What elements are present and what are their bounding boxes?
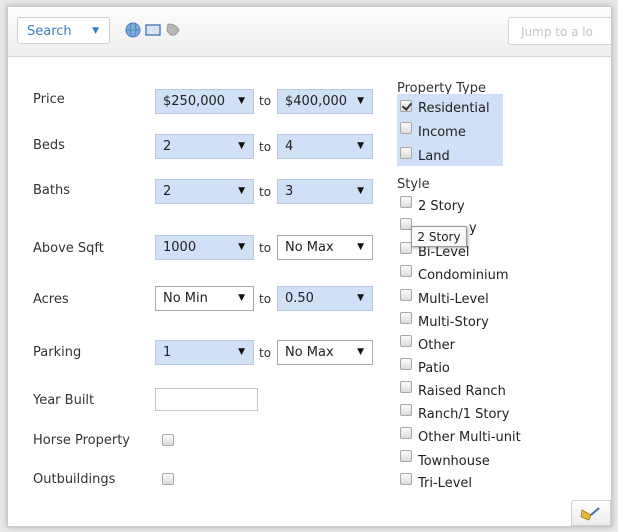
style-checkbox-tri-level[interactable] (400, 473, 412, 485)
price-max-value: $400,000 (285, 94, 348, 109)
income-checkbox[interactable] (400, 122, 412, 134)
style-checkbox-ranch-1-story[interactable] (400, 404, 412, 416)
baths-label: Baths (33, 183, 70, 198)
price-min-select[interactable]: $250,000 ▼ (155, 89, 254, 114)
style-checkbox-other[interactable] (400, 335, 412, 347)
style-label-2-story: 2 Story (418, 199, 465, 214)
style-checkbox-condominium[interactable] (400, 265, 412, 277)
chevron-down-icon: ▼ (357, 96, 364, 106)
style-checkbox-multi-level[interactable] (400, 289, 412, 301)
tooltip: 2 Story (411, 226, 467, 247)
chevron-down-icon: ▼ (357, 293, 364, 303)
parking-max-value: No Max (285, 345, 334, 360)
to-label: to (259, 140, 272, 154)
search-panel: Search ▼ Jump to a lo Price $250,000 ▼ to… (7, 6, 612, 527)
style-label-multi-story: Multi-Story (418, 315, 489, 330)
style-label-other-multi-unit: Other Multi-unit (418, 430, 521, 445)
sqft-min-value: 1000 (163, 240, 197, 255)
chevron-down-icon: ▼ (238, 186, 245, 196)
beds-min-value: 2 (163, 139, 172, 154)
to-label: to (259, 346, 272, 360)
land-label: Land (418, 149, 450, 164)
sqft-max-value: No Max (285, 240, 334, 255)
residential-checkbox[interactable] (400, 100, 412, 112)
chevron-down-icon: ▼ (238, 242, 245, 252)
style-checkbox-patio[interactable] (400, 358, 412, 370)
jump-placeholder: Jump to a lo (521, 25, 593, 39)
outbuildings-checkbox[interactable] (162, 473, 174, 485)
above-sqft-label: Above Sqft (33, 241, 104, 256)
broom-icon (580, 507, 600, 521)
style-label-patio: Patio (418, 361, 450, 376)
land-checkbox[interactable] (400, 147, 412, 159)
parking-label: Parking (33, 345, 82, 360)
search-dropdown-button[interactable]: Search ▼ (17, 17, 110, 44)
price-min-value: $250,000 (163, 94, 226, 109)
parking-min-select[interactable]: 1 ▼ (155, 340, 254, 365)
income-label: Income (418, 125, 466, 140)
outbuildings-label: Outbuildings (33, 472, 116, 487)
clear-button[interactable] (571, 500, 611, 526)
style-title: Style (397, 177, 430, 192)
style-checkbox-townhouse[interactable] (400, 450, 412, 462)
price-label: Price (33, 92, 65, 107)
to-label: to (259, 241, 272, 255)
chevron-down-icon: ▼ (238, 347, 245, 357)
style-label-multi-level: Multi-Level (418, 292, 489, 307)
chevron-down-icon: ▼ (357, 141, 364, 151)
style-label-obscured: y (469, 221, 477, 236)
style-label-other: Other (418, 338, 455, 353)
beds-min-select[interactable]: 2 ▼ (155, 134, 254, 159)
beds-max-select[interactable]: 4 ▼ (277, 134, 373, 159)
style-checkbox-raised-ranch[interactable] (400, 381, 412, 393)
chevron-down-icon: ▼ (357, 242, 364, 252)
acres-min-select[interactable]: No Min ▼ (155, 286, 254, 311)
to-label: to (259, 185, 272, 199)
parking-min-value: 1 (163, 345, 172, 360)
baths-max-value: 3 (285, 184, 294, 199)
globe-icon[interactable] (124, 22, 142, 38)
year-built-label: Year Built (33, 393, 95, 408)
style-label-condominium: Condominium (418, 268, 509, 283)
lasso-icon[interactable] (164, 22, 182, 38)
style-label-ranch-1-story: Ranch/1 Story (418, 407, 510, 422)
toolbar: Search ▼ Jump to a lo (8, 7, 611, 57)
baths-min-value: 2 (163, 184, 172, 199)
style-checkbox-other-multi-unit[interactable] (400, 427, 412, 439)
residential-label: Residential (418, 101, 490, 116)
horse-property-label: Horse Property (33, 433, 130, 448)
jump-to-location-input[interactable]: Jump to a lo (508, 17, 611, 45)
chevron-down-icon: ▼ (357, 186, 364, 196)
chevron-down-icon: ▼ (238, 96, 245, 106)
baths-min-select[interactable]: 2 ▼ (155, 179, 254, 204)
acres-label: Acres (33, 292, 69, 307)
style-checkbox-2-story[interactable] (400, 196, 412, 208)
acres-max-select[interactable]: 0.50 ▼ (277, 286, 373, 311)
style-label-townhouse: Townhouse (418, 454, 490, 469)
to-label: to (259, 292, 272, 306)
sqft-min-select[interactable]: 1000 ▼ (155, 235, 254, 260)
acres-min-value: No Min (163, 291, 208, 306)
to-label: to (259, 94, 272, 108)
horse-property-checkbox[interactable] (162, 434, 174, 446)
parking-max-select[interactable]: No Max ▼ (277, 340, 373, 365)
chevron-down-icon: ▼ (238, 141, 245, 151)
sqft-max-select[interactable]: No Max ▼ (277, 235, 373, 260)
year-built-input[interactable] (155, 388, 258, 411)
acres-max-value: 0.50 (285, 291, 314, 306)
style-label-raised-ranch: Raised Ranch (418, 384, 506, 399)
baths-max-select[interactable]: 3 ▼ (277, 179, 373, 204)
chevron-down-icon: ▼ (238, 293, 245, 303)
beds-max-value: 4 (285, 139, 294, 154)
search-label: Search (27, 24, 72, 39)
chevron-down-icon: ▼ (357, 347, 364, 357)
rectangle-icon[interactable] (144, 22, 162, 38)
style-label-tri-level: Tri-Level (418, 476, 472, 491)
style-checkbox-multi-story[interactable] (400, 312, 412, 324)
beds-label: Beds (33, 138, 65, 153)
chevron-down-icon: ▼ (92, 26, 99, 36)
price-max-select[interactable]: $400,000 ▼ (277, 89, 373, 114)
